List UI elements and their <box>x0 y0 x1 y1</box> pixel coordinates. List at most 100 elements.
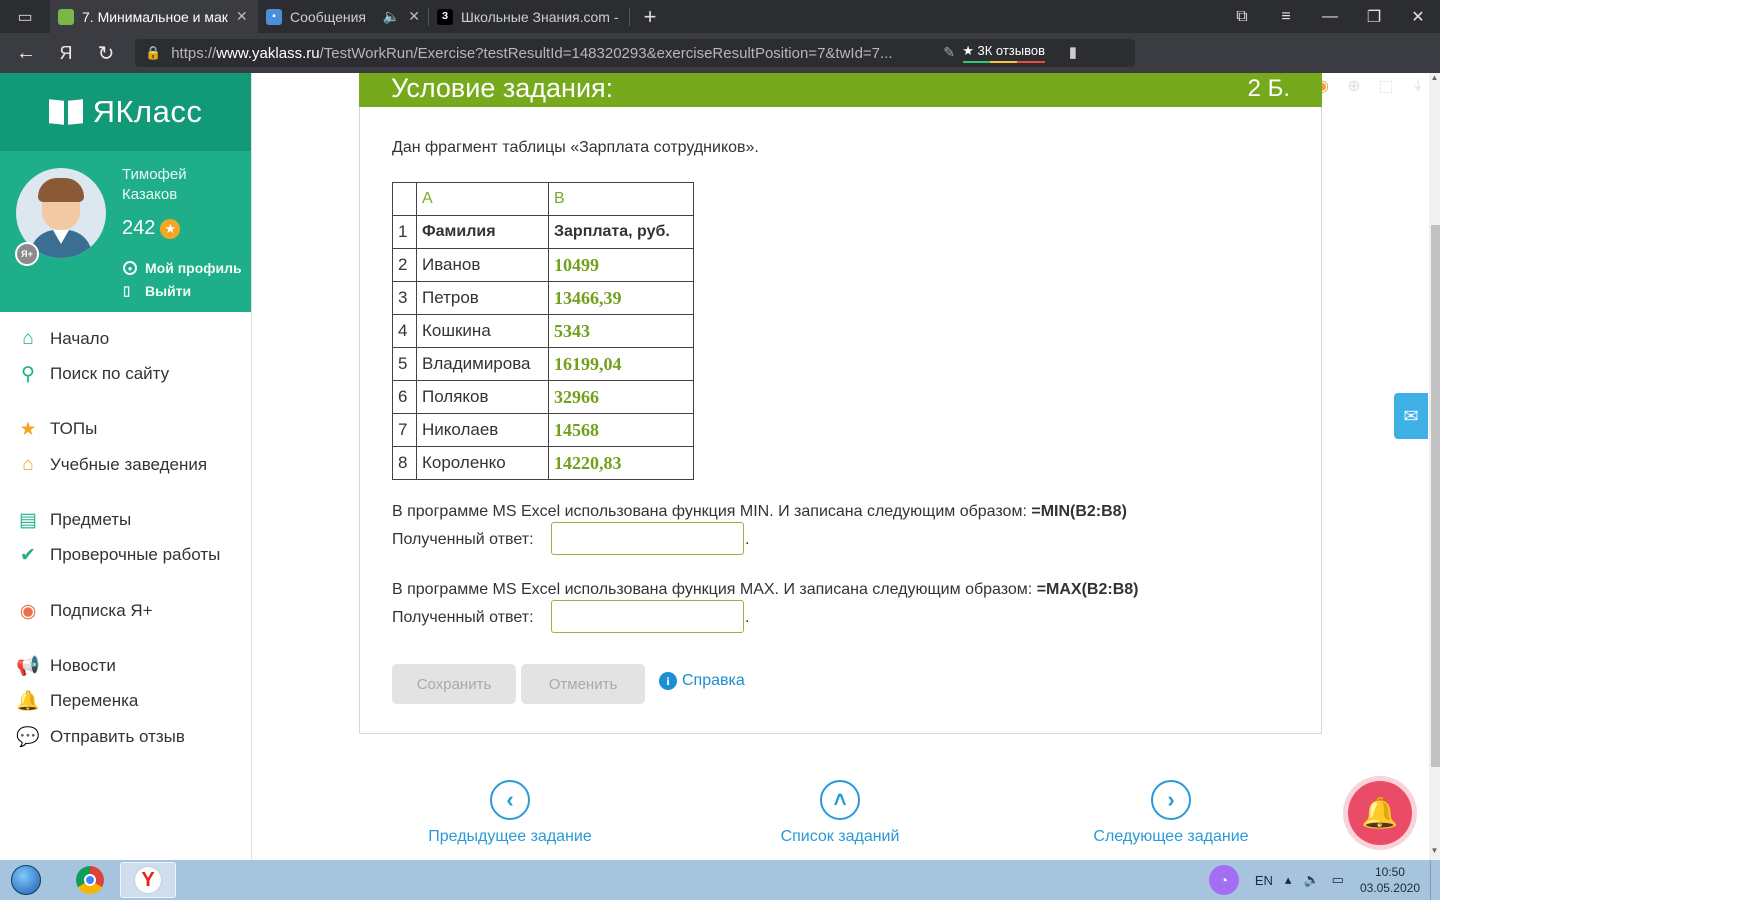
close-window-icon[interactable]: ✕ <box>1396 0 1440 33</box>
bell-icon: 🔔 <box>16 691 40 712</box>
chevron-left-icon: ‹ <box>490 780 530 820</box>
reviews-badge[interactable]: ★ 3К отзывов <box>962 43 1045 59</box>
feedback-mail-icon[interactable]: ✉ <box>1394 393 1428 439</box>
url-bar[interactable]: 🔒 https://www.yaklass.ru/TestWorkRun/Exe… <box>135 39 1135 67</box>
sidebar-item-home[interactable]: ⌂ Начало <box>16 327 109 351</box>
book-logo-icon <box>49 100 83 124</box>
bookmark-icon[interactable]: ▮ <box>1069 43 1077 61</box>
table-row: 7 Николаев 14568 <box>392 413 694 447</box>
tab-title: 7. Минимальное и мак <box>82 8 228 25</box>
salary-table: A B 1 Фамилия Зарплата, руб. 2 Иванов 10… <box>392 182 694 480</box>
sidebar-item-feedback[interactable]: 💬 Отправить отзыв <box>16 725 185 749</box>
mute-icon[interactable]: 🔈 <box>383 8 400 25</box>
next-task-link[interactable]: › Следующее задание <box>1071 780 1271 846</box>
user-profile: Я+ Тимофей Казаков 242 ★ ● Мой профиль ▯… <box>0 151 251 312</box>
chat-bubble-icon: ▪ <box>266 8 282 25</box>
menu-icon[interactable]: ≡ <box>1264 0 1308 33</box>
brand-logo[interactable]: ЯКласс <box>0 73 251 151</box>
brand-name: ЯКласс <box>92 94 203 129</box>
save-button[interactable]: Сохранить <box>392 664 516 704</box>
table-row: 5 Владимирова 16199,04 <box>392 347 694 381</box>
answer-2-input[interactable] <box>551 600 744 633</box>
screenshot-icon[interactable]: ⬚ <box>1370 66 1402 106</box>
task-list-link[interactable]: ˄ Список заданий <box>740 780 940 846</box>
table-row: 8 Короленко 14220,83 <box>392 446 694 480</box>
language-indicator[interactable]: EN <box>1249 860 1279 900</box>
table-row: 6 Поляков 32966 <box>392 380 694 414</box>
new-tab-icon[interactable]: + <box>630 4 670 30</box>
back-icon[interactable]: ← <box>6 33 46 73</box>
sidebar-item-tops[interactable]: ★ ТОПы <box>16 417 97 441</box>
network-icon[interactable]: ▭ <box>1326 860 1350 900</box>
taskbar-clock[interactable]: 10:50 03.05.2020 <box>1350 864 1430 896</box>
task-title: Условие задания: <box>391 73 614 103</box>
task-intro: Дан фрагмент таблицы «Зарплата сотрудник… <box>392 139 759 156</box>
show-desktop-button[interactable] <box>1430 860 1440 900</box>
profile-link[interactable]: ● Мой профиль <box>123 260 242 276</box>
protect-icon[interactable]: ✎ <box>943 44 955 61</box>
start-button[interactable] <box>6 862 46 898</box>
browser-tabbar: ▭ 7. Минимальное и мак ✕ ▪ Сообщения 🔈 ✕… <box>0 0 1440 33</box>
sidebar-item-subscription[interactable]: ◉ Подписка Я+ <box>16 599 153 623</box>
col-header-a: A <box>416 182 549 216</box>
yandex-browser-icon: Y <box>134 866 162 894</box>
sidebar-item-break[interactable]: 🔔 Переменка <box>16 689 138 713</box>
screen: ▭ 7. Минимальное и мак ✕ ▪ Сообщения 🔈 ✕… <box>0 0 1746 900</box>
bookmarks-icon[interactable]: ⧉ <box>1220 0 1264 33</box>
notifications-bell-icon[interactable]: 🔔 <box>1348 781 1412 845</box>
alice-assistant-icon[interactable]: ◔ <box>1208 865 1239 895</box>
site-sidebar: ЯКласс Я+ Тимофей Казаков 242 ★ ● Мой пр… <box>0 73 252 860</box>
sidebar-item-search[interactable]: ⚲ Поиск по сайту <box>16 362 169 386</box>
prev-task-link[interactable]: ‹ Предыдущее задание <box>410 780 610 846</box>
user-name[interactable]: Тимофей Казаков <box>122 165 232 205</box>
page-scrollbar-thumb[interactable] <box>1431 225 1440 767</box>
tab-znanija[interactable]: З Школьные Знания.com - <box>429 0 629 33</box>
url-text[interactable]: https://www.yaklass.ru/TestWorkRun/Exerc… <box>171 45 892 62</box>
ya-plus-icon: ◉ <box>19 600 37 622</box>
tab-yaklass[interactable]: 7. Минимальное и мак ✕ <box>50 0 258 33</box>
school-icon: ⌂ <box>22 454 34 475</box>
close-tab-icon[interactable]: ✕ <box>408 8 420 25</box>
reviews-rating-bar <box>963 61 1045 63</box>
megaphone-icon: 📢 <box>16 656 40 677</box>
task-header: Условие задания: 2 Б. <box>359 73 1322 107</box>
chevron-right-icon: › <box>1151 780 1191 820</box>
minimize-icon[interactable]: — <box>1308 0 1352 33</box>
answer-1-label: Полученный ответ: <box>392 531 534 548</box>
user-circle-icon: ● <box>123 261 137 275</box>
restore-icon[interactable]: ❐ <box>1352 0 1396 33</box>
sidebar-item-tests[interactable]: ✔ Проверочные работы <box>16 543 220 567</box>
answer-1-input[interactable] <box>551 522 744 555</box>
table-row: 3 Петров 13466,39 <box>392 281 694 315</box>
check-circle-icon: ✔ <box>20 544 36 566</box>
books-icon: ▤ <box>19 509 37 531</box>
tab-messages[interactable]: ▪ Сообщения 🔈 ✕ <box>258 0 428 33</box>
task-points: 2 Б. <box>1247 75 1290 102</box>
sidebar-item-news[interactable]: 📢 Новости <box>16 654 116 678</box>
col-header-b: B <box>548 182 694 216</box>
sidebar-item-schools[interactable]: ⌂ Учебные заведения <box>16 453 207 477</box>
download-manager-icon[interactable]: ⊕ <box>1338 66 1370 106</box>
logout-link[interactable]: ▯ Выйти <box>123 283 191 299</box>
yandex-logo-icon[interactable]: Я <box>46 33 86 73</box>
os-taskbar: Y ◔ EN ▴ 🔊 ▭ 10:50 03.05.2020 <box>0 860 1440 900</box>
window-controls: ⧉ ≡ — ❐ ✕ <box>1220 0 1440 33</box>
search-icon: ⚲ <box>21 363 35 385</box>
taskbar-yandex-browser[interactable]: Y <box>120 862 176 898</box>
volume-icon[interactable]: 🔊 <box>1297 860 1325 900</box>
taskbar-chrome[interactable] <box>62 862 118 898</box>
answer-1-dot: . <box>745 531 750 548</box>
znanija-icon: З <box>437 8 453 25</box>
scroll-up-arrow-icon[interactable]: ▲ <box>1429 73 1440 87</box>
scroll-down-arrow-icon[interactable]: ▼ <box>1429 846 1440 860</box>
table-row: 4 Кошкина 5343 <box>392 314 694 348</box>
help-link[interactable]: i Справка <box>659 672 745 690</box>
sidebar-item-subjects[interactable]: ▤ Предметы <box>16 508 131 532</box>
close-tab-icon[interactable]: ✕ <box>236 8 248 25</box>
star-icon: ★ <box>160 218 181 239</box>
sidebar-toggle-icon[interactable]: ▭ <box>0 0 50 33</box>
tray-expand-icon[interactable]: ▴ <box>1279 860 1298 900</box>
green-book-icon <box>58 8 74 25</box>
cancel-button[interactable]: Отменить <box>521 664 645 704</box>
reload-icon[interactable]: ↻ <box>86 33 126 73</box>
